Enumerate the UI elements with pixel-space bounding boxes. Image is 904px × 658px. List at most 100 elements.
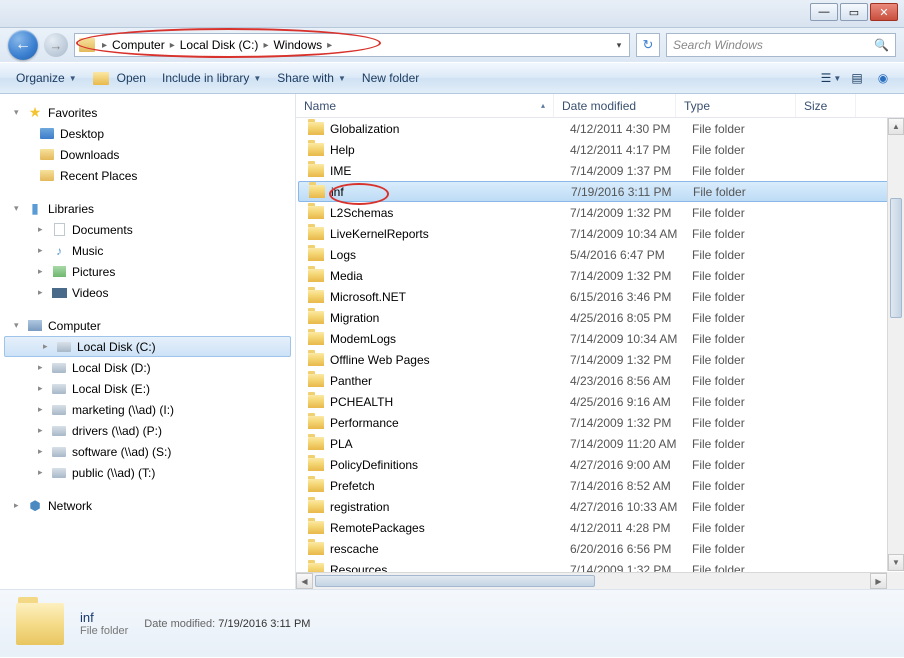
videos-icon <box>52 288 67 298</box>
chevron-right-icon[interactable]: ▸ <box>260 40 271 51</box>
file-type: File folder <box>692 143 812 157</box>
breadcrumb-computer[interactable]: Computer <box>112 38 165 52</box>
file-row[interactable]: rescache6/20/2016 6:56 PMFile folder <box>296 538 904 559</box>
scroll-left-button[interactable]: ◀ <box>296 573 313 589</box>
file-row[interactable]: LiveKernelReports7/14/2009 10:34 AMFile … <box>296 223 904 244</box>
folder-icon <box>308 353 324 366</box>
file-list[interactable]: Globalization4/12/2011 4:30 PMFile folde… <box>296 118 904 589</box>
tree-libraries[interactable]: ▾▮Libraries <box>0 198 295 219</box>
tree-disk-c[interactable]: ▸Local Disk (C:) <box>4 336 291 357</box>
file-row[interactable]: Globalization4/12/2011 4:30 PMFile folde… <box>296 118 904 139</box>
scroll-down-button[interactable]: ▼ <box>888 554 904 571</box>
file-type: File folder <box>692 374 812 388</box>
file-row[interactable]: PolicyDefinitions4/27/2016 9:00 AMFile f… <box>296 454 904 475</box>
tree-disk-d[interactable]: ▸Local Disk (D:) <box>0 357 295 378</box>
new-folder-button[interactable]: New folder <box>354 63 427 93</box>
tree-videos[interactable]: ▸Videos <box>0 282 295 303</box>
tree-public[interactable]: ▸public (\\ad) (T:) <box>0 462 295 483</box>
view-mode-button[interactable]: ☰▼ <box>818 67 844 89</box>
file-row[interactable]: PLA7/14/2009 11:20 AMFile folder <box>296 433 904 454</box>
folder-icon <box>308 542 324 555</box>
file-date: 7/14/2009 11:20 AM <box>570 437 692 451</box>
forward-button[interactable]: → <box>44 33 68 57</box>
file-row[interactable]: IME7/14/2009 1:37 PMFile folder <box>296 160 904 181</box>
file-date: 4/23/2016 8:56 AM <box>570 374 692 388</box>
include-library-menu[interactable]: Include in library▼ <box>154 63 269 93</box>
libraries-icon: ▮ <box>26 201 44 217</box>
search-icon[interactable]: 🔍 <box>874 38 889 52</box>
documents-icon <box>54 223 65 236</box>
scroll-thumb[interactable] <box>890 198 902 318</box>
tree-music[interactable]: ▸♪Music <box>0 240 295 261</box>
file-row[interactable]: registration4/27/2016 10:33 AMFile folde… <box>296 496 904 517</box>
file-row[interactable]: inf7/19/2016 3:11 PMFile folder <box>298 181 902 202</box>
tree-drivers[interactable]: ▸drivers (\\ad) (P:) <box>0 420 295 441</box>
search-input[interactable]: Search Windows 🔍 <box>666 33 896 57</box>
details-pane: inf File folder Date modified: 7/19/2016… <box>0 589 904 657</box>
close-button[interactable]: ✕ <box>870 3 898 21</box>
tree-favorites[interactable]: ▾★Favorites <box>0 102 295 123</box>
file-row[interactable]: Offline Web Pages7/14/2009 1:32 PMFile f… <box>296 349 904 370</box>
tree-software[interactable]: ▸software (\\ad) (S:) <box>0 441 295 462</box>
file-row[interactable]: Prefetch7/14/2016 8:52 AMFile folder <box>296 475 904 496</box>
tree-desktop[interactable]: Desktop <box>0 123 295 144</box>
chevron-right-icon[interactable]: ▸ <box>167 40 178 51</box>
file-row[interactable]: Microsoft.NET6/15/2016 3:46 PMFile folde… <box>296 286 904 307</box>
back-button[interactable]: ← <box>8 30 38 60</box>
folder-icon <box>308 395 324 408</box>
column-header-date[interactable]: Date modified <box>554 94 676 117</box>
maximize-button[interactable]: ▭ <box>840 3 868 21</box>
tree-pictures[interactable]: ▸Pictures <box>0 261 295 282</box>
chevron-right-icon[interactable]: ▸ <box>324 40 335 51</box>
minimize-button[interactable]: — <box>810 3 838 21</box>
folder-icon <box>16 603 64 645</box>
file-row[interactable]: Performance7/14/2009 1:32 PMFile folder <box>296 412 904 433</box>
preview-pane-button[interactable]: ▤ <box>844 67 870 89</box>
vertical-scrollbar[interactable]: ▲ ▼ <box>887 118 904 571</box>
tree-marketing[interactable]: ▸marketing (\\ad) (I:) <box>0 399 295 420</box>
column-header-size[interactable]: Size <box>796 94 856 117</box>
breadcrumb-drive[interactable]: Local Disk (C:) <box>180 38 259 52</box>
file-row[interactable]: RemotePackages4/12/2011 4:28 PMFile fold… <box>296 517 904 538</box>
file-row[interactable]: Help4/12/2011 4:17 PMFile folder <box>296 139 904 160</box>
file-name: PCHEALTH <box>330 395 570 409</box>
chevron-right-icon[interactable]: ▸ <box>99 40 110 51</box>
breadcrumb-dropdown[interactable]: ▾ <box>611 40 627 51</box>
file-row[interactable]: Logs5/4/2016 6:47 PMFile folder <box>296 244 904 265</box>
tree-downloads[interactable]: Downloads <box>0 144 295 165</box>
file-row[interactable]: Media7/14/2009 1:32 PMFile folder <box>296 265 904 286</box>
share-with-menu[interactable]: Share with▼ <box>269 63 354 93</box>
recent-icon <box>40 170 54 181</box>
folder-icon <box>308 332 324 345</box>
file-row[interactable]: Migration4/25/2016 8:05 PMFile folder <box>296 307 904 328</box>
help-button[interactable]: ◉ <box>870 67 896 89</box>
file-row[interactable]: ModemLogs7/14/2009 10:34 AMFile folder <box>296 328 904 349</box>
scroll-up-button[interactable]: ▲ <box>888 118 904 135</box>
organize-menu[interactable]: Organize▼ <box>8 63 85 93</box>
scroll-corner <box>887 572 904 589</box>
tree-computer[interactable]: ▾Computer <box>0 315 295 336</box>
tree-recent[interactable]: Recent Places <box>0 165 295 186</box>
file-row[interactable]: L2Schemas7/14/2009 1:32 PMFile folder <box>296 202 904 223</box>
folder-icon <box>308 500 324 513</box>
refresh-button[interactable]: ↻ <box>636 33 660 57</box>
scroll-thumb[interactable] <box>315 575 595 587</box>
horizontal-scrollbar[interactable]: ◀ ▶ <box>296 572 887 589</box>
file-type: File folder <box>692 227 812 241</box>
column-header-name[interactable]: Name▴ <box>296 94 554 117</box>
scroll-right-button[interactable]: ▶ <box>870 573 887 589</box>
file-row[interactable]: Panther4/23/2016 8:56 AMFile folder <box>296 370 904 391</box>
file-date: 7/14/2016 8:52 AM <box>570 479 692 493</box>
file-type: File folder <box>692 311 812 325</box>
open-button[interactable]: Open <box>85 63 154 93</box>
star-icon: ★ <box>26 105 44 121</box>
folder-icon <box>308 122 324 135</box>
tree-documents[interactable]: ▸Documents <box>0 219 295 240</box>
tree-network[interactable]: ▸⬢Network <box>0 495 295 516</box>
breadcrumb[interactable]: ▸ Computer ▸ Local Disk (C:) ▸ Windows ▸… <box>74 33 630 57</box>
file-type: File folder <box>692 353 812 367</box>
breadcrumb-folder[interactable]: Windows <box>273 38 322 52</box>
column-header-type[interactable]: Type <box>676 94 796 117</box>
file-row[interactable]: PCHEALTH4/25/2016 9:16 AMFile folder <box>296 391 904 412</box>
tree-disk-e[interactable]: ▸Local Disk (E:) <box>0 378 295 399</box>
